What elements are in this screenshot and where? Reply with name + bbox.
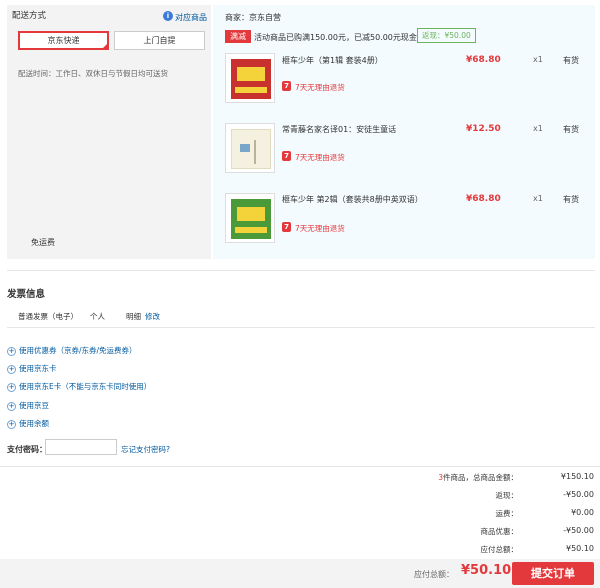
selected-check-icon bbox=[101, 42, 109, 50]
summary-shipping-value: ¥0.00 bbox=[571, 508, 594, 517]
summary-goods-value: ¥150.10 bbox=[560, 472, 594, 481]
forgot-password-link[interactable]: 忘记支付密码? bbox=[121, 444, 170, 455]
summary-goods-label: 3件商品，总商品金额： bbox=[438, 472, 518, 483]
invoice-title: 发票信息 bbox=[7, 289, 46, 300]
book-cover bbox=[231, 199, 271, 239]
delivery-time: 配送时间：工作日、双休日与节假日均可送货 bbox=[18, 68, 168, 79]
summary-total-label: 应付总额： bbox=[480, 545, 519, 554]
jd-card-option[interactable]: + 使用京东卡 bbox=[7, 363, 57, 374]
merchant-name: 商家：京东自营 bbox=[225, 13, 281, 22]
product-stock: 有货 bbox=[563, 125, 579, 134]
summary-discount-value: -¥50.00 bbox=[563, 526, 594, 535]
jd-express-button[interactable]: 京东快递 bbox=[18, 31, 109, 50]
product-image[interactable] bbox=[225, 53, 275, 103]
payable-total-amount: ¥50.10 bbox=[461, 563, 512, 578]
product-image[interactable] bbox=[225, 123, 275, 173]
product-stock: 有货 bbox=[563, 56, 579, 65]
item-count-suffix: 件商品，总商品金额： bbox=[443, 473, 518, 482]
delivery-time-label: 配送时间： bbox=[18, 69, 56, 78]
option-label: 使用京东E卡（不能与京东卡同时使用） bbox=[19, 382, 152, 391]
balance-option[interactable]: + 使用余额 bbox=[7, 418, 49, 429]
plus-circle-icon: + bbox=[7, 401, 16, 411]
option-label: 使用京东卡 bbox=[19, 364, 57, 373]
product-price: ¥68.80 bbox=[466, 194, 501, 204]
product-image[interactable] bbox=[225, 193, 275, 243]
submit-order-button[interactable]: 提交订单 bbox=[512, 562, 594, 585]
match-products-link[interactable]: 对应商品 bbox=[175, 12, 207, 23]
invoice-content: 明细 bbox=[126, 312, 141, 321]
option-label: 使用京豆 bbox=[19, 401, 49, 410]
summary-total-value: ¥50.10 bbox=[566, 544, 594, 553]
summary-discount-label: 商品优惠： bbox=[480, 527, 519, 536]
promo-text: 活动商品已购满150.00元，已减50.00元现金 bbox=[254, 33, 417, 42]
payable-total-label: 应付总额： bbox=[414, 570, 454, 579]
book-cover bbox=[231, 129, 271, 169]
plus-circle-icon: + bbox=[7, 382, 16, 392]
cashback-badge: 返现：¥50.00 bbox=[417, 28, 476, 43]
promo-tag: 满减 bbox=[225, 30, 251, 43]
info-icon[interactable]: i bbox=[163, 11, 173, 21]
product-name[interactable]: 榧车少年（第1辑 套装4册） bbox=[282, 55, 383, 66]
summary-shipping-label: 运费： bbox=[495, 509, 519, 518]
plus-circle-icon: + bbox=[7, 364, 16, 374]
return-icon: 7 bbox=[282, 222, 291, 232]
return-policy: 7天无理由退货 bbox=[295, 224, 345, 233]
product-qty: x1 bbox=[533, 124, 543, 133]
product-price: ¥68.80 bbox=[466, 55, 501, 65]
plus-circle-icon: + bbox=[7, 346, 16, 356]
payment-password-label: 支付密码： bbox=[7, 445, 47, 454]
e-card-option[interactable]: + 使用京东E卡（不能与京东卡同时使用） bbox=[7, 381, 151, 392]
delivery-title: 配送方式 bbox=[12, 11, 47, 21]
payment-password-input[interactable] bbox=[45, 439, 117, 455]
option-label: 使用余额 bbox=[19, 419, 49, 428]
plus-circle-icon: + bbox=[7, 419, 16, 429]
product-price: ¥12.50 bbox=[466, 124, 501, 134]
free-shipping-label: 免运费 bbox=[31, 238, 55, 247]
return-policy: 7天无理由退货 bbox=[295, 83, 345, 92]
divider bbox=[7, 327, 595, 328]
product-name[interactable]: 常青藤名家名译01：安徒生童话 bbox=[282, 124, 396, 135]
return-policy: 7天无理由退货 bbox=[295, 153, 345, 162]
invoice-type: 普通发票（电子） bbox=[18, 312, 78, 321]
return-icon: 7 bbox=[282, 81, 291, 91]
divider bbox=[0, 466, 600, 467]
return-icon: 7 bbox=[282, 151, 291, 161]
product-qty: x1 bbox=[533, 194, 543, 203]
option-label: 使用优惠券（京券/东券/免运费券） bbox=[19, 346, 137, 355]
divider bbox=[7, 270, 595, 271]
invoice-edit-link[interactable]: 修改 bbox=[145, 311, 160, 322]
summary-cashback-value: -¥50.00 bbox=[563, 490, 594, 499]
jd-express-label: 京东快递 bbox=[47, 36, 80, 45]
invoice-title-type: 个人 bbox=[90, 312, 105, 321]
coupon-option[interactable]: + 使用优惠券（京券/东券/免运费券） bbox=[7, 345, 137, 356]
pickup-button[interactable]: 上门自提 bbox=[114, 31, 205, 50]
jd-beans-option[interactable]: + 使用京豆 bbox=[7, 400, 49, 411]
product-stock: 有货 bbox=[563, 195, 579, 204]
book-cover bbox=[231, 59, 271, 99]
product-qty: x1 bbox=[533, 55, 543, 64]
summary-cashback-label: 返现： bbox=[495, 491, 519, 500]
product-name[interactable]: 榧车少年 第2辑（套装共8册中英双语） bbox=[282, 194, 423, 205]
delivery-time-value: 工作日、双休日与节假日均可送货 bbox=[55, 69, 169, 78]
